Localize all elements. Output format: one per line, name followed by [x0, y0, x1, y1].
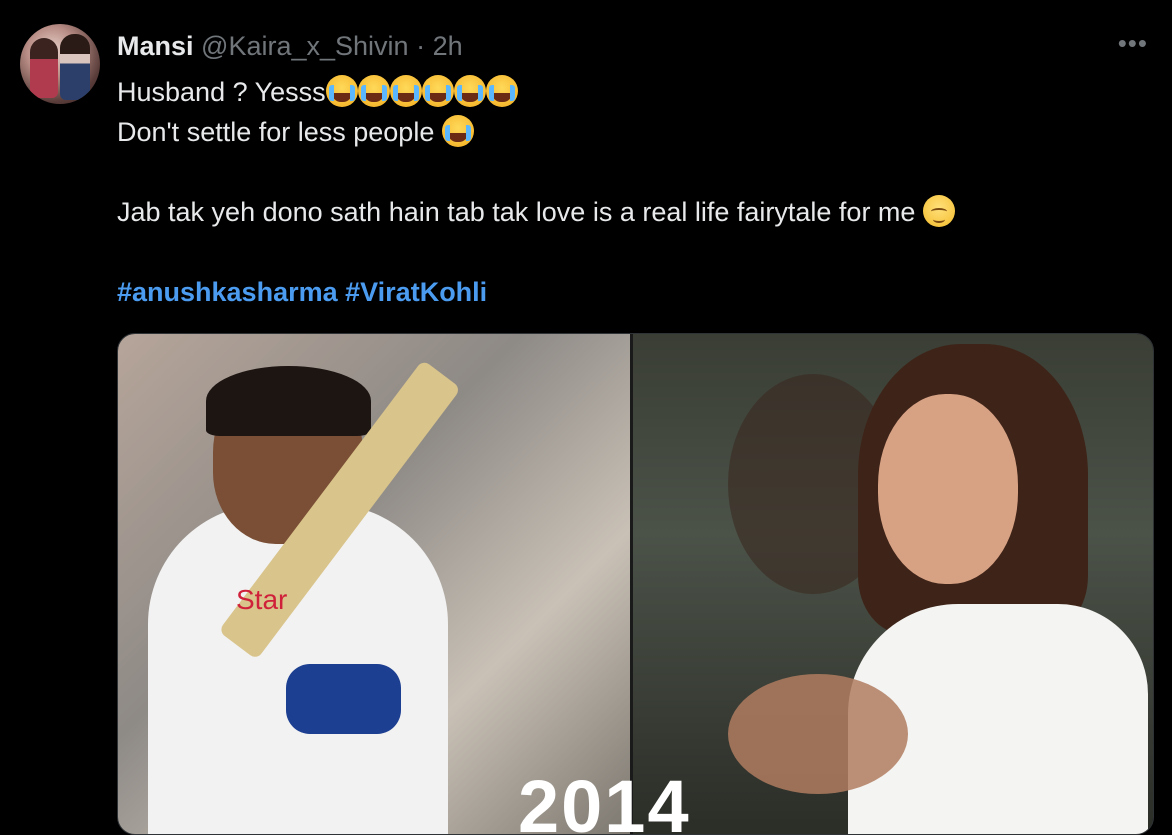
cricketer-hair: [206, 366, 371, 436]
more-options-icon[interactable]: •••: [1118, 28, 1148, 59]
hashtag-viratkohli[interactable]: #ViratKohli: [345, 277, 487, 307]
author-name[interactable]: Mansi: [117, 31, 194, 61]
hashtags: #anushkasharma #ViratKohli: [117, 272, 1147, 312]
tweet-line-2: Don't settle for less people: [117, 112, 1147, 152]
tweet-line-3: Jab tak yeh dono sath hain tab tak love …: [117, 192, 1147, 232]
loudly-crying-face-icon: [389, 75, 422, 107]
batting-glove: [286, 664, 401, 734]
tweet-media[interactable]: Star 2014: [117, 333, 1154, 835]
tweet-header: Mansi @Kaira_x_Shivin · 2h: [117, 30, 463, 62]
loudly-crying-face-icon: [325, 75, 358, 107]
avatar[interactable]: [20, 24, 100, 104]
shirt-logo: Star: [236, 584, 288, 615]
avatar-figure-right: [60, 34, 90, 100]
meta-separator: ·: [416, 31, 426, 61]
media-left-panel: Star: [118, 334, 630, 834]
woman-face: [878, 394, 1018, 584]
author-handle[interactable]: @Kaira_x_Shivin: [201, 31, 409, 61]
tweet-text: Husband ? Yesss Don't settle for less pe…: [117, 72, 1147, 312]
tweet-line-1: Husband ? Yesss: [117, 72, 1147, 112]
hashtag-anushkasharma[interactable]: #anushkasharma: [117, 277, 338, 307]
media-right-panel: [633, 334, 1153, 834]
year-overlay: 2014: [518, 765, 691, 835]
tweet-line-2-text: Don't settle for less people: [117, 117, 442, 147]
loudly-crying-face-icon: [357, 75, 390, 107]
tweet-time[interactable]: 2h: [433, 31, 463, 61]
loudly-crying-face-icon: [453, 75, 486, 107]
relieved-face-icon: [922, 195, 955, 227]
loudly-crying-face-icon: [485, 75, 518, 107]
tweet-line-1-text: Husband ? Yesss: [117, 77, 326, 107]
tweet-line-3-text: Jab tak yeh dono sath hain tab tak love …: [117, 197, 923, 227]
loudly-crying-face-icon: [421, 75, 454, 107]
clapping-hands: [728, 674, 908, 794]
avatar-figure-left: [30, 38, 58, 98]
loudly-crying-face-icon: [441, 115, 474, 147]
